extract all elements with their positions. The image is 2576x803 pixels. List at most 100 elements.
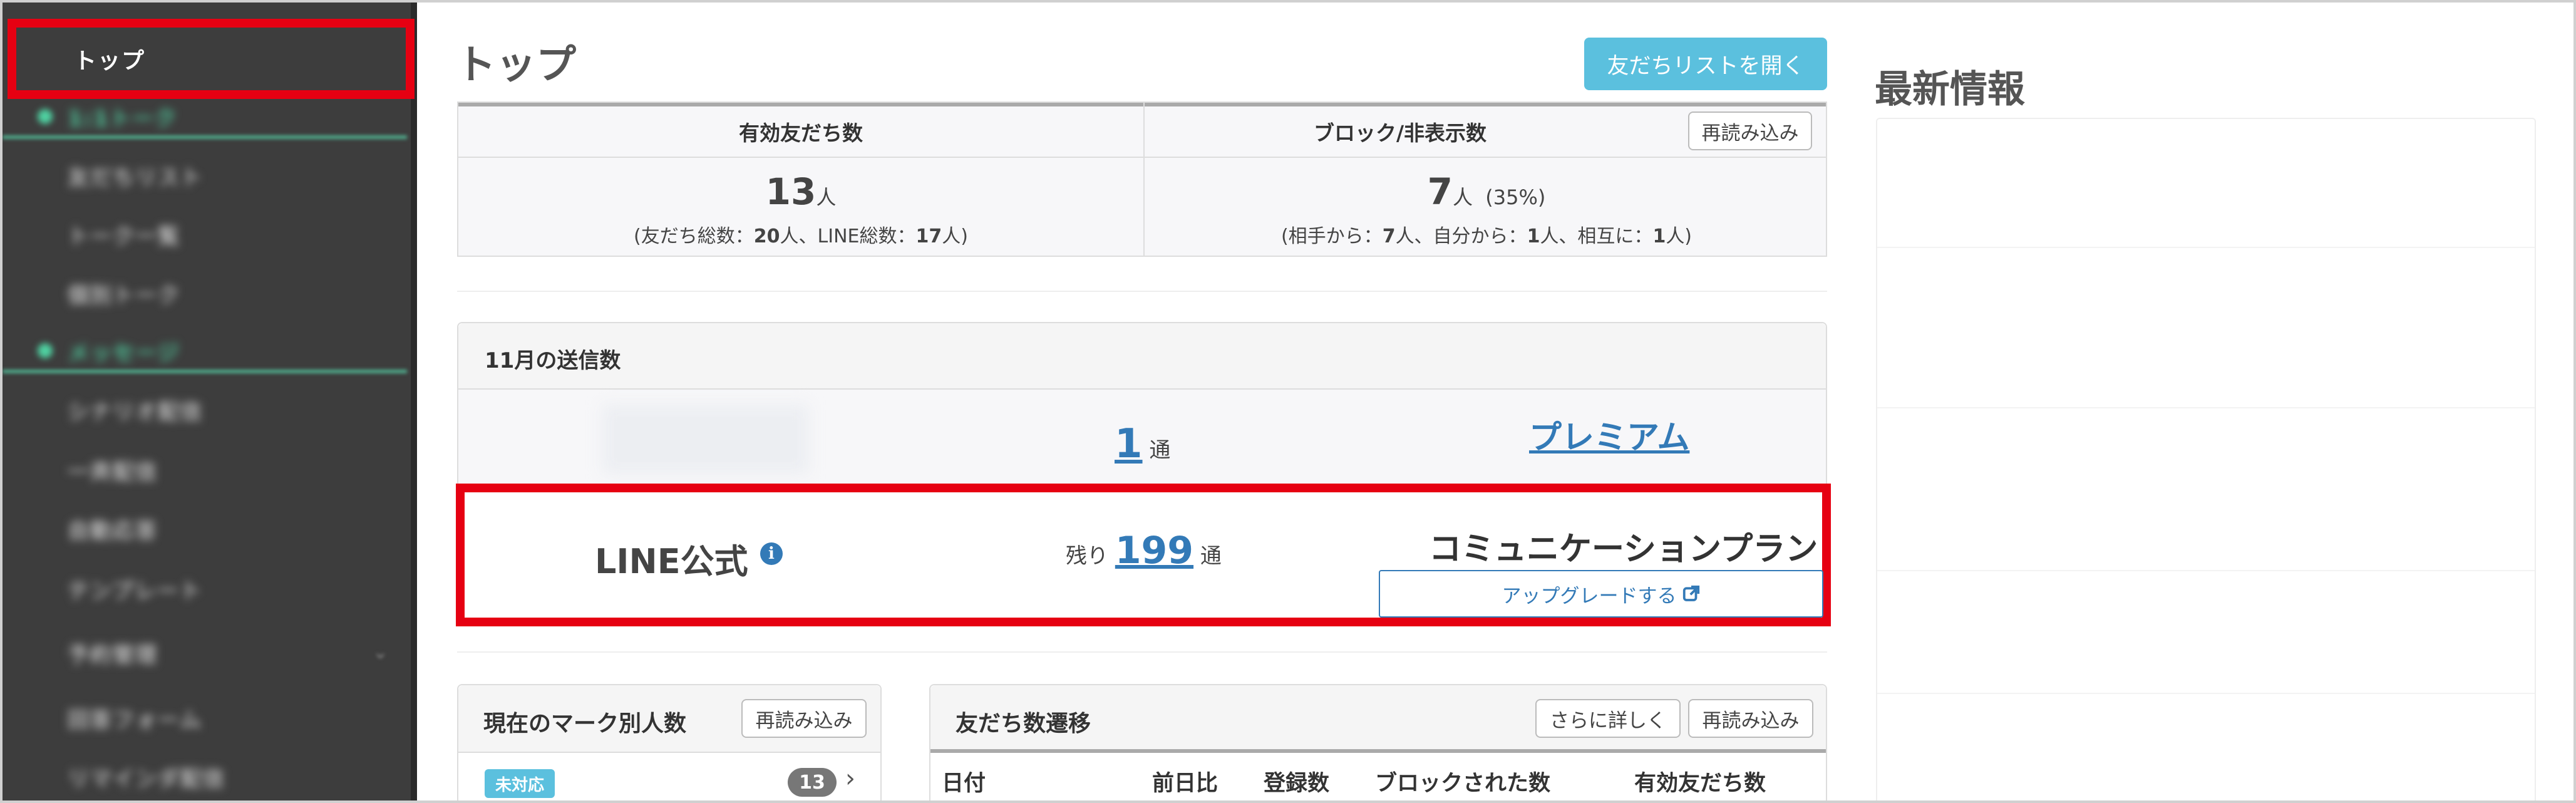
mark-panel-header: 現在のマーク別人数 再読み込み xyxy=(458,685,880,753)
sidebar-item-label: 自動応答 xyxy=(68,518,158,544)
blocked-count-value: 7 xyxy=(1427,170,1453,213)
mark-panel-title: 現在のマーク別人数 xyxy=(483,711,687,737)
valid-friends-breakdown: (友だち総数：20人、LINE総数：17人) xyxy=(458,220,1143,248)
sidebar-item-label: テンプレート xyxy=(68,578,202,604)
transition-panel-title: 友だち数遷移 xyxy=(956,711,1091,737)
divider xyxy=(457,651,1827,653)
blurred-logo xyxy=(602,405,809,474)
blocked-by-them-value: 7 xyxy=(1382,225,1396,247)
blocked-by-self-value: 1 xyxy=(1527,225,1540,247)
sidebar: トップ 1:1トーク 友だちリスト トーク一覧 個別トーク メッセージ シナリオ… xyxy=(3,3,417,800)
send-panel-header: 11月の送信数 xyxy=(458,323,1826,390)
remaining-count-link[interactable]: 199 xyxy=(1115,529,1193,572)
chevron-right-icon[interactable]: › xyxy=(845,764,855,793)
sidebar-item-label: メッセージ xyxy=(68,340,180,366)
blocked-mutual-value: 1 xyxy=(1652,225,1666,247)
valid-count-value: 13 xyxy=(765,170,817,213)
breakdown-text: (相手から： xyxy=(1280,225,1383,247)
sidebar-category-talk[interactable]: 1:1トーク xyxy=(3,91,411,142)
sidebar-item-friend-list[interactable]: 友だちリスト xyxy=(3,150,411,200)
sidebar-item-broadcast[interactable]: 一斉配信 xyxy=(3,445,411,495)
friend-stats-table: 有効友だち数 ブロック/非表示数 再読み込み 13人 (友だち総数：20人、LI… xyxy=(457,101,1827,257)
monthly-send-panel: 11月の送信数 1 通 プレミアム LINE公式 i 残り 199 通 コミュニ… xyxy=(456,322,1831,626)
chevron-down-icon: ⌄ xyxy=(372,641,388,663)
sent-count: 1 通 xyxy=(1115,421,1170,467)
news-panel xyxy=(1876,118,2536,800)
more-details-button[interactable]: さらに詳しく xyxy=(1535,699,1681,738)
talk-category-icon xyxy=(38,109,53,124)
sidebar-item-label: 予約管理 xyxy=(68,642,158,668)
message-category-icon xyxy=(38,343,53,358)
breakdown-text: 人) xyxy=(942,225,968,247)
line-official-plan-highlight: LINE公式 i 残り 199 通 コミュニケーションプラン アップグレードする xyxy=(456,484,1831,626)
app-frame: トップ 1:1トーク 友だちリスト トーク一覧 個別トーク メッセージ シナリオ… xyxy=(0,0,2576,803)
sidebar-item-reservation[interactable]: 予約管理 ⌄ xyxy=(3,628,411,678)
valid-count-unit: 人 xyxy=(816,185,837,209)
column-header-date: 日付 xyxy=(942,771,986,796)
sidebar-item-answer-form[interactable]: 回答フォーム xyxy=(3,693,411,743)
breakdown-text: 人、自分から： xyxy=(1395,225,1527,247)
breakdown-text: 人) xyxy=(1666,225,1692,247)
column-header-valid-friends: 有効友だち数 xyxy=(1634,771,1766,796)
column-header-registered: 登録数 xyxy=(1264,771,1330,796)
unhandled-tag[interactable]: 未対応 xyxy=(485,769,555,798)
sidebar-item-label: シナリオ配信 xyxy=(68,399,203,425)
sidebar-item-label: トーク一覧 xyxy=(68,224,180,249)
sidebar-item-reminder[interactable]: リマインダ配信 xyxy=(3,752,411,800)
line-official-label: LINE公式 xyxy=(595,542,748,581)
sidebar-item-label: 回答フォーム xyxy=(68,707,202,733)
blocked-percent: (35%) xyxy=(1485,185,1546,209)
sent-count-unit: 通 xyxy=(1149,438,1171,463)
reload-marks-button[interactable]: 再読み込み xyxy=(741,699,867,738)
sidebar-item-label: 個別トーク xyxy=(68,282,180,308)
sidebar-category-message[interactable]: メッセージ xyxy=(3,326,411,376)
sidebar-item-top-highlighted[interactable]: トップ xyxy=(8,19,415,99)
sidebar-item-individual-talk[interactable]: 個別トーク xyxy=(3,268,411,318)
sidebar-item-label: 一斉配信 xyxy=(68,459,158,485)
sidebar-item-auto-reply[interactable]: 自動応答 xyxy=(3,504,411,554)
valid-friends-count: 13人 xyxy=(458,170,1143,213)
plan-type-label: コミュニケーションプラン xyxy=(1429,531,1818,568)
info-circle-icon[interactable]: i xyxy=(760,542,783,565)
upgrade-button[interactable]: アップグレードする xyxy=(1379,570,1823,618)
remaining-count: 残り 199 通 xyxy=(1066,529,1222,572)
news-title: 最新情報 xyxy=(1875,68,2025,111)
sidebar-item-scenario[interactable]: シナリオ配信 xyxy=(3,385,411,435)
news-divider xyxy=(1877,693,2535,694)
sidebar-scroll-edge xyxy=(411,3,417,800)
send-panel-title: 11月の送信数 xyxy=(485,348,621,373)
news-divider xyxy=(1877,247,2535,248)
friend-transition-panel: 友だち数遷移 さらに詳しく 再読み込み 日付 前日比 登録数 ブロックされた数 … xyxy=(929,684,1827,800)
divider xyxy=(457,291,1827,292)
blocked-count: 7人 (35%) xyxy=(1145,170,1828,213)
sidebar-item-label: リマインダ配信 xyxy=(68,766,225,792)
upgrade-label: アップグレードする xyxy=(1502,584,1677,607)
blocked-label: ブロック/非表示数 xyxy=(1313,121,1487,145)
mark-count-badge: 13 xyxy=(788,768,837,797)
blocked-breakdown: (相手から：7人、自分から：1人、相互に：1人) xyxy=(1145,220,1828,248)
column-header-day-diff: 前日比 xyxy=(1152,771,1218,796)
reload-transition-button[interactable]: 再読み込み xyxy=(1688,699,1813,738)
line-total-value: 17 xyxy=(915,225,942,247)
sidebar-item-label: トップ xyxy=(74,48,146,74)
sent-count-link[interactable]: 1 xyxy=(1115,421,1143,467)
breakdown-text: 人、相互に： xyxy=(1540,225,1653,247)
sidebar-item-label: 友だちリスト xyxy=(68,165,203,190)
news-divider xyxy=(1877,570,2535,571)
total-friends-value: 20 xyxy=(753,225,780,247)
sidebar-item-template[interactable]: テンプレート xyxy=(3,564,411,614)
remaining-label: 残り xyxy=(1066,544,1108,569)
remaining-unit: 通 xyxy=(1200,544,1222,569)
breakdown-text: 人、LINE総数： xyxy=(780,225,916,247)
plan-name-link[interactable]: プレミアム xyxy=(1529,411,1689,458)
open-friend-list-button[interactable]: 友だちリストを開く xyxy=(1584,38,1827,90)
mark-count-panel: 現在のマーク別人数 再読み込み 未対応 13 › xyxy=(457,684,882,800)
column-header-blocked: ブロックされた数 xyxy=(1375,771,1551,796)
reload-stats-button[interactable]: 再読み込み xyxy=(1688,111,1812,150)
blocked-count-unit: 人 xyxy=(1453,185,1473,209)
sidebar-item-label: 1:1トーク xyxy=(68,106,177,132)
external-link-icon xyxy=(1682,585,1699,601)
sidebar-item-talk-list[interactable]: トーク一覧 xyxy=(3,209,411,259)
transition-panel-header: 友だち数遷移 さらに詳しく 再読み込み xyxy=(930,685,1826,753)
page-title: トップ xyxy=(456,42,576,88)
